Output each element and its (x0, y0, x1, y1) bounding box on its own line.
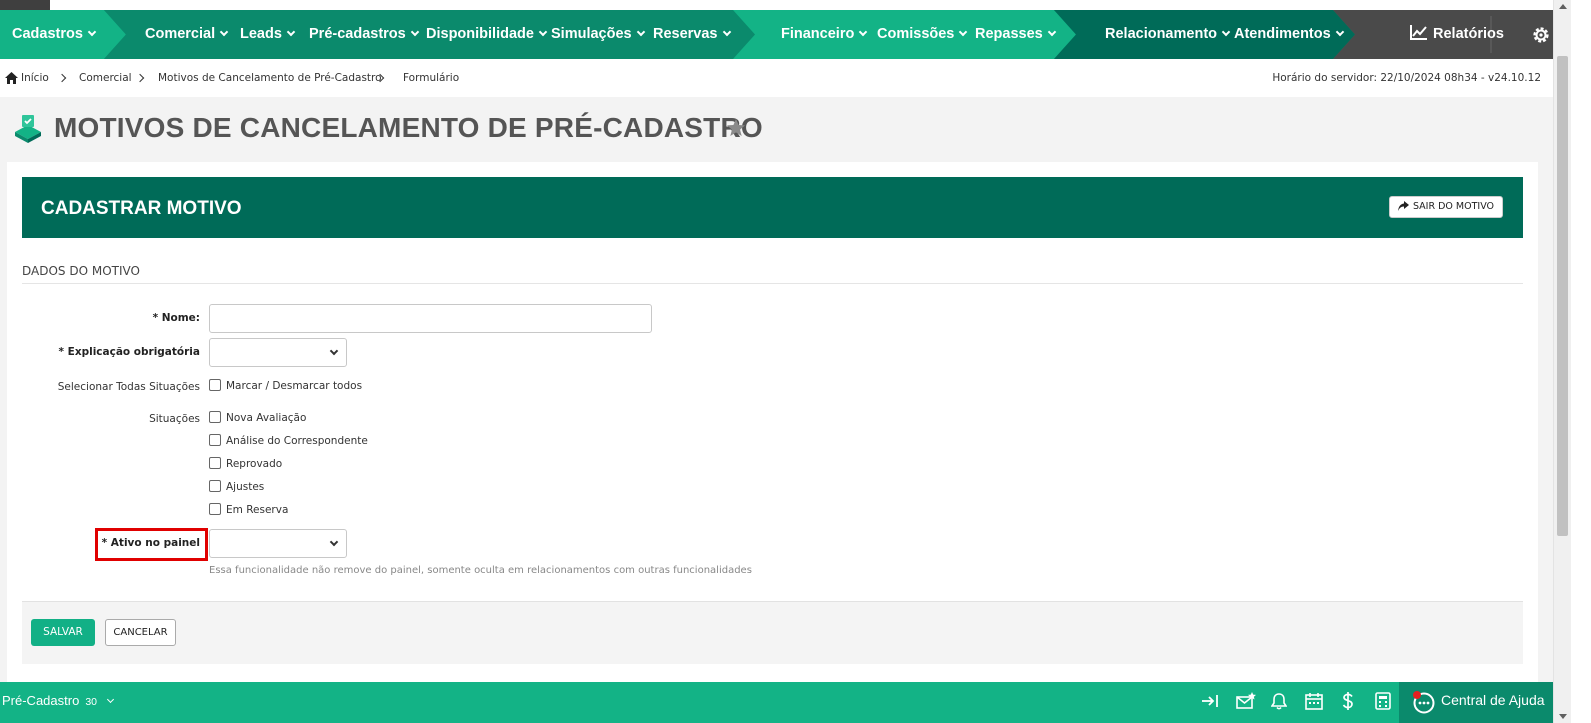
situacoes-label: Situações (149, 413, 200, 425)
situacao-checkbox-nova-avaliacao[interactable]: Nova Avaliação (209, 411, 306, 426)
module-selector[interactable]: Pré-Cadastro 30 (2, 693, 114, 708)
scroll-thumb[interactable] (1557, 56, 1568, 536)
calendar-icon[interactable] (1305, 692, 1323, 710)
checkbox-box[interactable] (209, 457, 221, 469)
module-label: Pré-Cadastro (2, 693, 80, 708)
nav-pre-cadastros[interactable]: Pré-cadastros (309, 10, 419, 59)
chevron-down-icon (1335, 27, 1344, 37)
settings-button[interactable] (1531, 25, 1551, 49)
chevron-down-icon (106, 695, 114, 704)
exit-button-label: SAIR DO MOTIVO (1412, 201, 1494, 212)
form-card: CADASTRAR MOTIVO SAIR DO MOTIVO DADOS DO… (7, 162, 1538, 682)
situacao-checkbox-reprovado[interactable]: Reprovado (209, 457, 282, 472)
scroll-up-arrow-icon[interactable] (1559, 4, 1567, 9)
star-icon[interactable] (726, 118, 746, 138)
nome-label: * Nome: (152, 312, 200, 324)
nav-comercial[interactable]: Comercial (145, 10, 229, 59)
ativo-painel-hint: Essa funcionalidade não remove do painel… (209, 565, 752, 576)
checkbox-box[interactable] (209, 480, 221, 492)
nav-relacionamento[interactable]: Relacionamento (1105, 10, 1231, 59)
top-strip-block (0, 0, 50, 10)
chevron-down-icon (219, 27, 229, 37)
card-header-title: CADASTRAR MOTIVO (41, 198, 242, 219)
bell-icon[interactable] (1271, 692, 1287, 710)
chevron-down-icon (722, 27, 731, 37)
nav-cadastros[interactable]: Cadastros (12, 10, 97, 59)
calculator-icon[interactable] (1375, 692, 1391, 710)
nav-simulacoes[interactable]: Simulações (551, 10, 645, 59)
nav-repasses[interactable]: Repasses (975, 10, 1056, 59)
checkbox-box[interactable] (209, 434, 221, 446)
collapse-right-icon[interactable] (1201, 692, 1219, 710)
nav-comissoes[interactable]: Comissões (877, 10, 968, 59)
top-strip (0, 0, 1553, 10)
help-center-label: Central de Ajuda (1441, 692, 1545, 708)
chevron-down-icon (329, 346, 339, 356)
form-actions: SALVAR CANCELAR (22, 601, 1523, 664)
explicacao-select[interactable] (209, 338, 347, 367)
home-icon (5, 72, 18, 84)
breadcrumb-chevron-icon (57, 73, 67, 83)
checkbox-box[interactable] (209, 379, 221, 391)
page-scrollbar[interactable] (1553, 0, 1571, 723)
dollar-icon[interactable] (1342, 692, 1354, 710)
nav-financeiro[interactable]: Financeiro (781, 10, 868, 59)
breadcrumb-comercial[interactable]: Comercial (79, 72, 132, 84)
mail-star-icon[interactable] (1236, 692, 1256, 710)
chevron-down-icon (636, 27, 645, 37)
ativo-painel-select[interactable] (209, 529, 347, 558)
ativo-painel-label: * Ativo no painel (101, 537, 200, 549)
nav-relatorios[interactable]: Relatórios (1410, 10, 1504, 59)
breadcrumb-inicio[interactable]: Início (21, 72, 49, 84)
chevron-down-icon (538, 27, 548, 37)
chevron-down-icon (1047, 27, 1056, 37)
chevron-down-icon (859, 27, 868, 37)
chevron-down-icon (87, 27, 97, 37)
nav-disponibilidade[interactable]: Disponibilidade (426, 10, 548, 59)
help-center-button[interactable]: Central de Ajuda (1399, 682, 1553, 723)
save-button[interactable]: SALVAR (31, 619, 95, 646)
situacao-checkbox-analise[interactable]: Análise do Correspondente (209, 434, 368, 449)
checkbox-box[interactable] (209, 411, 221, 423)
chevron-down-icon (410, 27, 419, 37)
breadcrumb-formulario: Formulário (403, 72, 460, 84)
selecionar-todas-label: Selecionar Todas Situações (57, 381, 200, 393)
section-divider (22, 283, 1523, 284)
situacao-checkbox-ajustes[interactable]: Ajustes (209, 480, 264, 495)
nome-input[interactable] (209, 304, 652, 333)
right-padding (1571, 0, 1591, 723)
chevron-down-icon (1221, 27, 1231, 37)
chevron-down-icon (959, 27, 968, 37)
main-nav: Cadastros Comercial Leads Pré-cadastros … (0, 10, 1553, 59)
breadcrumb: Início Comercial Motivos de Cancelamento… (0, 59, 1553, 97)
nav-leads[interactable]: Leads (240, 10, 296, 59)
bottom-bar: Pré-Cadastro 30 Central de Ajuda (0, 682, 1553, 723)
chevron-down-icon (329, 537, 339, 547)
line-chart-icon (1410, 25, 1427, 41)
gear-icon (1533, 27, 1549, 43)
breadcrumb-chevron-icon (135, 73, 145, 83)
situacao-checkbox-em-reserva[interactable]: Em Reserva (209, 503, 288, 518)
chevron-down-icon (286, 27, 296, 37)
marcar-todos-checkbox[interactable]: Marcar / Desmarcar todos (209, 379, 362, 394)
module-count: 30 (85, 696, 97, 708)
explicacao-label: * Explicação obrigatória (58, 346, 200, 358)
module-icon (15, 115, 41, 143)
cancel-button[interactable]: CANCELAR (105, 619, 176, 646)
breadcrumb-motivos[interactable]: Motivos de Cancelamento de Pré-Cadastro (158, 72, 382, 84)
nav-reservas[interactable]: Reservas (653, 10, 731, 59)
section-title: DADOS DO MOTIVO (22, 264, 140, 278)
page-title: MOTIVOS DE CANCELAMENTO DE PRÉ-CADASTRO (54, 112, 763, 143)
checkbox-box[interactable] (209, 503, 221, 515)
exit-button[interactable]: SAIR DO MOTIVO (1388, 196, 1503, 218)
share-arrow-icon (1397, 200, 1409, 211)
scroll-down-arrow-icon[interactable] (1559, 714, 1567, 719)
server-time: Horário do servidor: 22/10/2024 08h34 - … (1272, 72, 1541, 84)
card-header: CADASTRAR MOTIVO SAIR DO MOTIVO (22, 177, 1523, 238)
nav-atendimentos[interactable]: Atendimentos (1234, 10, 1344, 59)
chat-bubble-icon (1413, 691, 1435, 714)
